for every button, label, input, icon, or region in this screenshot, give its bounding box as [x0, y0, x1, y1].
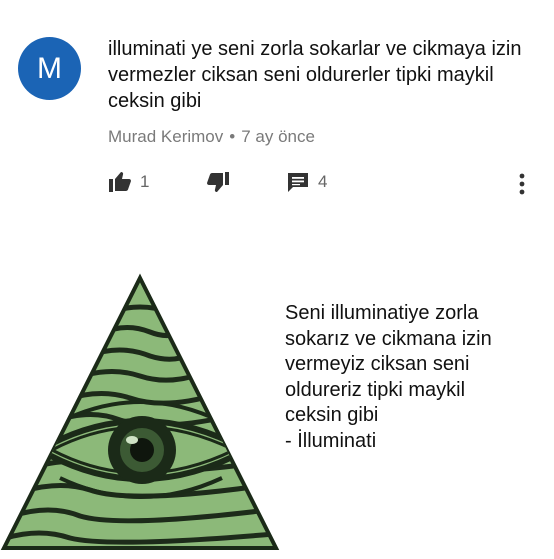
- thumbs-up-icon: [108, 170, 132, 194]
- meme-quote: Seni illuminatiye zorla sokarız ve cikma…: [285, 301, 547, 454]
- more-options-button[interactable]: [518, 172, 526, 201]
- quote-line: sokarız ve cikmana izin: [285, 327, 492, 350]
- dislike-button[interactable]: [206, 170, 230, 194]
- thumbs-down-icon: [206, 170, 230, 194]
- quote-line: vermeyiz ciksan seni: [285, 353, 470, 375]
- avatar[interactable]: M: [18, 37, 81, 100]
- quote-line: oldureriz tipki maykil: [285, 378, 466, 401]
- comment-time: 7 ay önce: [241, 127, 315, 146]
- comment-meta: Murad Kerimov • 7 ay önce: [108, 127, 315, 147]
- illuminati-eye-triangle: [0, 272, 280, 554]
- quote-signature: - İlluminati: [285, 429, 377, 452]
- meta-separator: •: [229, 127, 236, 146]
- quote-line: ceksin gibi: [285, 404, 379, 426]
- comment-actions: 1 4: [108, 170, 538, 200]
- comment-text: illuminati ye seni zorla sokarlar ve cik…: [108, 38, 522, 112]
- comment-icon: [286, 170, 310, 194]
- comment-author[interactable]: Murad Kerimov: [108, 127, 223, 146]
- quote-line: Seni illuminatiye zorla: [285, 302, 479, 324]
- more-vert-icon: [518, 173, 526, 200]
- like-button[interactable]: 1: [108, 170, 149, 194]
- comment-card: M illuminati ye seni zorla sokarlar ve c…: [0, 0, 554, 230]
- like-count: 1: [140, 172, 150, 191]
- reply-count: 4: [318, 172, 328, 191]
- reply-button[interactable]: 4: [286, 170, 327, 194]
